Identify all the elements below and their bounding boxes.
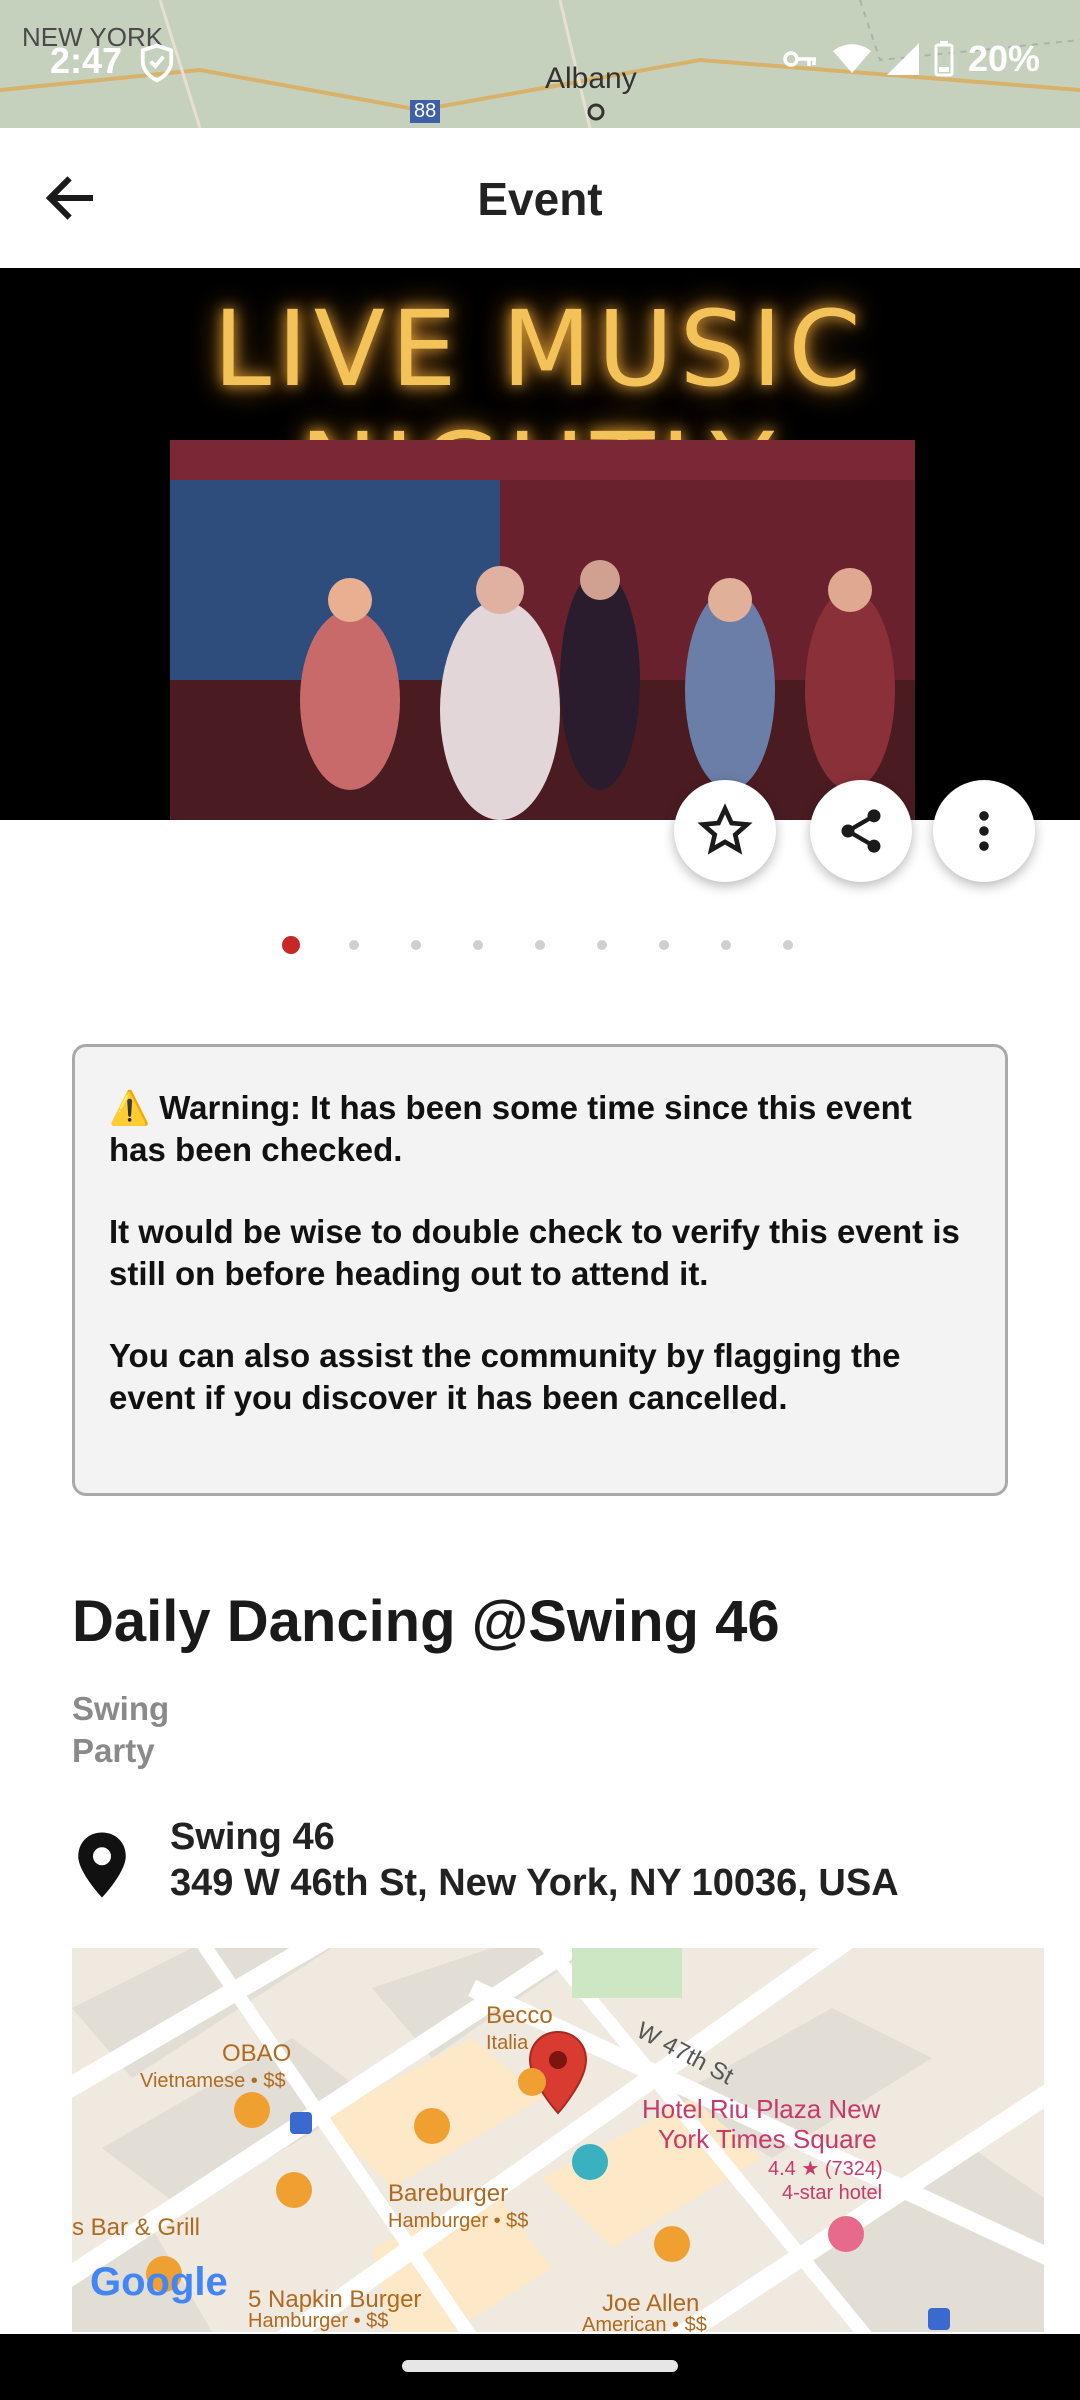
wifi-icon [832, 44, 871, 73]
venue-name[interactable]: Swing 46 [170, 1816, 335, 1859]
carousel-dot[interactable] [597, 940, 607, 950]
event-title: Daily Dancing @Swing 46 [72, 1589, 780, 1654]
map-poi-label: Bareburger [388, 2180, 509, 2207]
event-tag: Swing [72, 1690, 170, 1727]
battery-icon [934, 41, 954, 77]
status-right-group: 20% [782, 38, 1040, 80]
status-time: 2:47 [50, 40, 123, 81]
location-pin-icon [78, 1832, 126, 1898]
venue-map[interactable]: W 47th St OBAO Vietnamese • $$ Becco Ita… [72, 1948, 1044, 2332]
carousel-dot[interactable] [473, 940, 483, 950]
carousel-dot[interactable] [659, 940, 669, 950]
stale-event-warning: ⚠️ Warning: It has been some time since … [72, 1044, 1008, 1496]
map-poi-label: Hotel Riu Plaza New [642, 2094, 881, 2124]
carousel-dot[interactable] [535, 940, 545, 950]
vpn-shield-icon [140, 43, 174, 83]
event-image-carousel[interactable]: LIVE MUSIC NIGHTLY [0, 268, 1080, 820]
more-vert-icon [979, 811, 989, 851]
status-bar: NEW YORK Albany 88 2:47 20% [0, 0, 1080, 128]
cell-signal-icon [886, 43, 919, 75]
map-poi-label: s Bar & Grill [72, 2214, 201, 2241]
map-poi-sublabel: Vietnamese • $$ [140, 2070, 286, 2092]
map-poi-sublabel: American • $$ [582, 2314, 707, 2332]
favorite-button[interactable] [674, 780, 776, 882]
app-bar: Event [0, 128, 1080, 268]
more-options-button[interactable] [933, 780, 1035, 882]
page-title: Event [477, 173, 603, 225]
carousel-dot[interactable] [721, 940, 731, 950]
map-label-albany: Albany [545, 62, 637, 95]
map-poi-sublabel: 4-star hotel [782, 2182, 883, 2204]
carousel-dot[interactable] [349, 940, 359, 950]
event-photo [170, 440, 915, 820]
event-tag: Party [72, 1732, 155, 1769]
map-poi-sublabel: Hamburger • $$ [248, 2310, 389, 2332]
map-poi-sublabel: Italia [486, 2032, 529, 2054]
share-icon [841, 809, 881, 853]
system-nav-bar [0, 2334, 1080, 2400]
carousel-indicator [0, 936, 1080, 956]
map-poi-sublabel: Hamburger • $$ [388, 2210, 529, 2232]
carousel-dot[interactable] [783, 940, 793, 950]
map-poi-label: York Times Square [658, 2124, 877, 2154]
map-poi-label: OBAO [222, 2040, 292, 2067]
map-poi-label: Becco [486, 2002, 553, 2029]
battery-percent: 20% [967, 38, 1040, 79]
warning-text-3: You can also assist the community by fla… [109, 1337, 901, 1416]
carousel-dot[interactable] [282, 936, 300, 954]
google-logo: Google [90, 2260, 228, 2304]
share-button[interactable] [810, 780, 912, 882]
venue-address[interactable]: 349 W 46th St, New York, NY 10036, USA [170, 1862, 899, 1905]
star-icon [697, 803, 753, 855]
warning-text-1: ⚠️ Warning: It has been some time since … [109, 1089, 912, 1168]
warning-text-2: It would be wise to double check to veri… [109, 1213, 960, 1292]
map-poi-sublabel: 4.4 ★ (7324) [768, 2158, 883, 2180]
map-label-highway: 88 [410, 100, 441, 123]
vpn-key-icon [783, 51, 816, 67]
home-gesture-handle[interactable] [402, 2360, 678, 2372]
carousel-dot[interactable] [411, 940, 421, 950]
